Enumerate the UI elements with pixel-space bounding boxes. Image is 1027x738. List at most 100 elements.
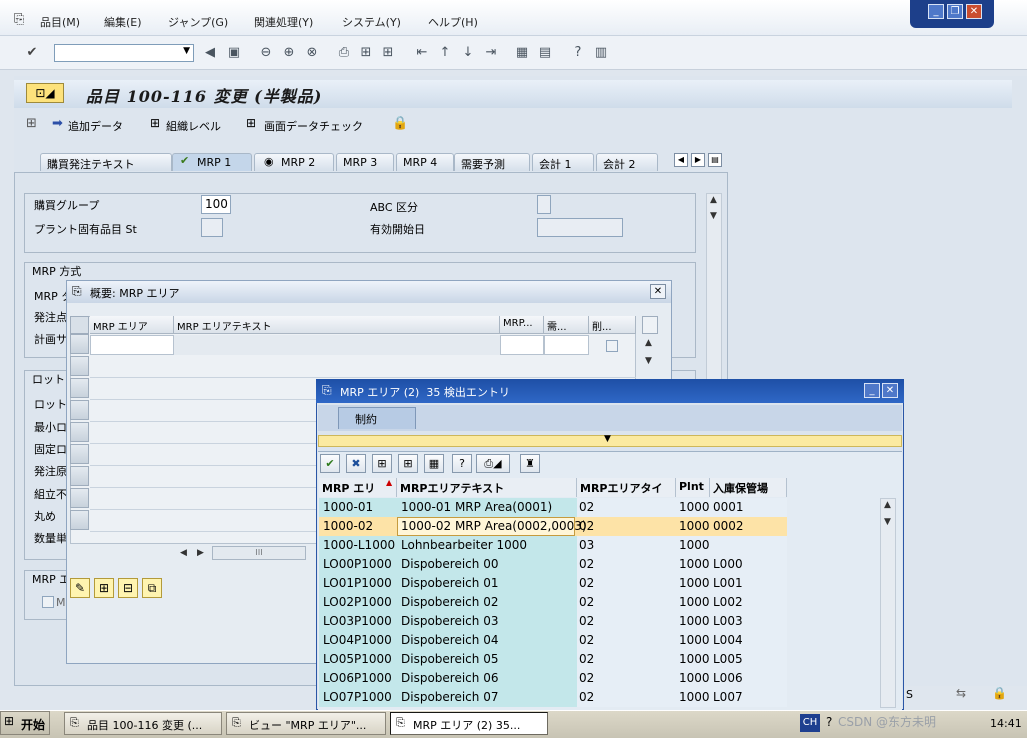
table-scroll-down-icon[interactable]: ▼ [645,356,652,366]
mrp-cell[interactable] [500,335,544,355]
delete-checkbox[interactable] [606,340,618,352]
mrp-area-input[interactable] [90,335,174,355]
window-menu-icon[interactable]: ⎘ [72,284,82,299]
table-row[interactable]: 1000-02 1000-02 MRP Area(0002,0003) 02 1000… [319,517,787,536]
close-icon[interactable]: ✕ [650,284,666,299]
row-selector[interactable] [70,378,89,398]
row-selector[interactable] [70,400,89,420]
row-selector[interactable] [70,422,89,442]
horizontal-scroll-thumb[interactable]: ⁝⁝⁝ [212,546,306,560]
insert-row-icon[interactable]: ⊞ [94,578,114,598]
table-row[interactable]: LO04P1000 Dispobereich 04 02 1000 L004 [319,631,787,650]
purchasing-group-field[interactable]: 100 [201,195,231,214]
column-header[interactable]: 入庫保管場 [710,478,787,497]
tab-restrictions[interactable]: 制約 [338,407,416,429]
plant-status-field[interactable] [201,218,223,237]
row-selector[interactable] [70,510,89,530]
minimize-button[interactable]: _ [928,4,944,19]
scroll-down-icon[interactable]: ▼ [884,517,891,527]
column-header[interactable]: 削... [589,316,636,334]
tab-accounting2[interactable]: 会計 2 [596,153,658,171]
print-icon[interactable]: ⎙ [336,45,352,61]
mrp-area-checkbox[interactable] [42,596,54,608]
prev-page-icon[interactable]: ↑ [437,45,453,61]
column-header[interactable]: MRPエリアタイ [577,478,676,497]
task-mrp-area-hitlist[interactable]: MRP エリア (2) 35... [390,712,548,735]
tab-scroll-right-icon[interactable]: ▶ [691,153,705,167]
abc-indicator-field[interactable] [537,195,551,214]
window-menu-icon[interactable]: ⎘ [322,383,332,398]
tab-mrp3[interactable]: MRP 3 [336,153,394,171]
restore-button[interactable]: ❐ [947,4,963,19]
help-icon[interactable]: ? [826,715,832,729]
minimize-button[interactable]: _ [864,383,880,398]
table-row[interactable]: LO07P1000 Dispobereich 07 02 1000 L007 [319,688,787,707]
table-row[interactable]: LO00P1000 Dispobereich 00 02 1000 L000 [319,555,787,574]
personal-list-icon[interactable]: ♜ [520,454,540,473]
exit-icon[interactable]: ⊕ [281,45,297,61]
last-page-icon[interactable]: ⇥ [483,45,499,61]
table-row[interactable]: 1000-01 1000-01 MRP Area(0001) 02 1000 0001 [319,498,787,517]
table-row[interactable]: LO01P1000 Dispobereich 01 02 1000 L001 [319,574,787,593]
column-header[interactable]: MRP エリアテキスト [174,316,500,334]
row-selector[interactable] [70,356,89,376]
tab-mrp4[interactable]: MRP 4 [396,153,454,171]
tab-accounting1[interactable]: 会計 1 [532,153,594,171]
lock-icon[interactable]: 🔒 [992,686,1007,700]
tab-list-icon[interactable]: ▤ [708,153,722,167]
column-header[interactable]: MRPエリアテキスト [397,478,577,497]
language-indicator[interactable]: CH [800,714,820,732]
help-icon[interactable]: ? [570,45,586,61]
new-session-icon[interactable]: ▦ [514,45,530,61]
find-icon[interactable]: ⊞ [358,45,374,61]
close-button[interactable]: ✕ [966,4,982,19]
table-row[interactable]: LO03P1000 Dispobereich 03 02 1000 L003 [319,612,787,631]
menu-edit[interactable]: 編集(E) [104,14,142,30]
task-material-change[interactable]: 品目 100-116 変更 (... [64,712,222,735]
table-row[interactable]: 1000-L1000 Lohnbearbeiter 1000 03 1000 [319,536,787,555]
select-all-button[interactable] [70,316,89,334]
lock-icon[interactable]: 🔒 [392,116,408,131]
table-scroll-up-icon[interactable]: ▲ [645,338,652,348]
find-next-icon[interactable]: ⊞ [398,454,418,473]
table-scroll-right-icon[interactable]: ▶ [197,548,204,558]
info-icon[interactable]: ? [452,454,472,473]
menu-environment[interactable]: 関連処理(Y) [254,14,313,30]
edit-icon[interactable]: ✎ [70,578,90,598]
enter-icon[interactable]: ✔ [24,45,40,61]
back-arrow-icon[interactable]: ◀ [202,45,218,61]
screen-check-button[interactable]: 画面データチェック [264,118,363,134]
table-row[interactable]: LO06P1000 Dispobereich 06 02 1000 L006 [319,669,787,688]
chevron-down-icon[interactable]: ▼ [604,434,611,444]
status-icon[interactable]: ⇆ [956,686,966,700]
org-levels-button[interactable]: 組織レベル [166,118,221,134]
find-next-icon[interactable]: ⊞ [380,45,396,61]
first-page-icon[interactable]: ⇤ [414,45,430,61]
menu-goto[interactable]: ジャンプ(G) [168,14,228,30]
sort-icon[interactable]: ▦ [424,454,444,473]
scroll-up-icon[interactable]: ▲ [710,195,717,205]
table-row[interactable]: LO05P1000 Dispobereich 05 02 1000 L005 [319,650,787,669]
ok-icon[interactable]: ✔ [320,454,340,473]
add-data-button[interactable]: 追加データ [68,118,123,134]
close-icon[interactable]: ✕ [882,383,898,398]
next-page-icon[interactable]: ↓ [460,45,476,61]
save-icon[interactable]: ▣ [226,45,242,61]
shortcut-icon[interactable]: ▤ [537,45,553,61]
menu-material[interactable]: 品目(M) [40,14,80,30]
copy-icon[interactable]: ⧉ [142,578,162,598]
menu-help[interactable]: ヘルプ(H) [428,14,478,30]
column-header[interactable]: MRP エリア [90,316,174,334]
hitlist-vertical-scrollbar[interactable] [880,498,896,708]
layout-menu-icon[interactable]: ▥ [593,45,609,61]
tab-forecast[interactable]: 需要予測 [454,153,530,171]
scroll-down-icon[interactable]: ▼ [710,211,717,221]
print-icon[interactable]: ⎙◢ [476,454,510,473]
cancel-icon[interactable]: ⊗ [304,45,320,61]
find-icon[interactable]: ⊞ [372,454,392,473]
back-icon[interactable]: ⊖ [258,45,274,61]
demand-cell[interactable] [544,335,589,355]
delete-row-icon[interactable]: ⊟ [118,578,138,598]
column-header[interactable]: Plnt [676,478,710,497]
other-view-icon[interactable]: ⊞ [26,116,37,131]
